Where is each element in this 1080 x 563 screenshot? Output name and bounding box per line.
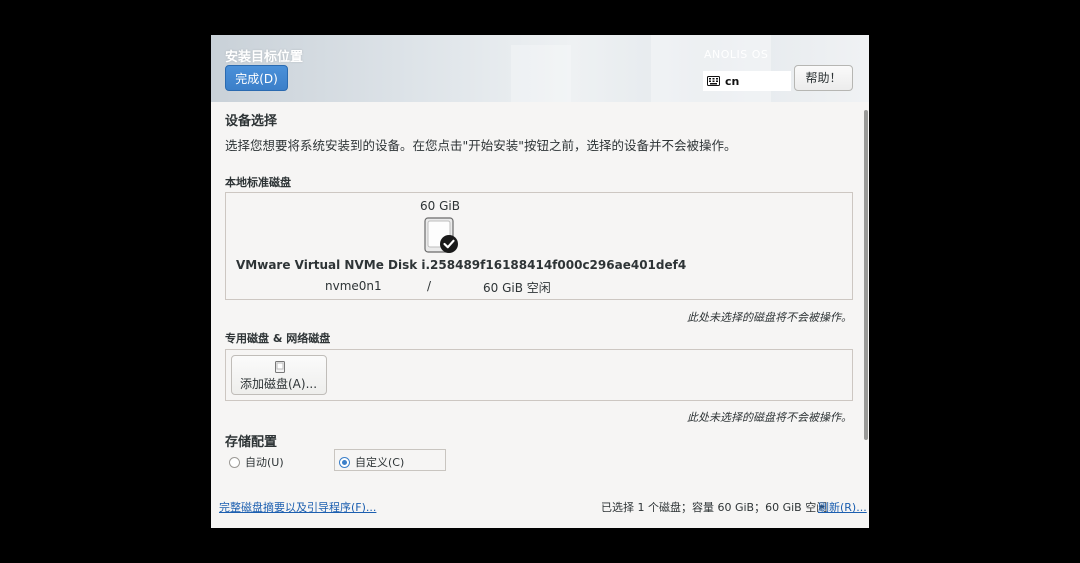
disk-icon [275, 361, 285, 373]
header-decoration [651, 35, 771, 102]
local-disks-note: 此处未选择的磁盘将不会被操作。 [687, 311, 852, 324]
installer-window: 安装目标位置 完成(D) ANOLIS OS cn 帮助！ 设备选择 选择您想要… [211, 35, 869, 528]
brand-label: ANOLIS OS [704, 48, 769, 61]
auto-radio[interactable]: 自动(U) [229, 454, 284, 470]
disk-free: 60 GiB 空闲 [483, 281, 551, 295]
scrollbar[interactable] [864, 110, 868, 440]
disk-mount: / [427, 279, 432, 293]
special-disks-heading: 专用磁盘 & 网络磁盘 [225, 332, 331, 345]
header-bar: 安装目标位置 完成(D) ANOLIS OS cn 帮助！ [211, 35, 869, 102]
refresh-link[interactable]: 刷新(R)... [818, 499, 867, 515]
radio-indicator-selected [339, 456, 350, 468]
keyboard-layout-indicator[interactable]: cn [703, 71, 791, 91]
header-decoration [511, 45, 571, 102]
disk-device: nvme0n1 [325, 279, 382, 293]
custom-radio-label: 自定义(C) [355, 456, 405, 469]
device-selection-description: 选择您想要将系统安装到的设备。在您点击"开始安装"按钮之前，选择的设备并不会被操… [225, 138, 737, 153]
selection-summary: 已选择 1 个磁盘；容量 60 GiB；60 GiB 空闲 [601, 501, 828, 514]
add-disk-button[interactable]: 添加磁盘(A)... [231, 355, 327, 395]
keyboard-layout-label: cn [725, 74, 740, 88]
disk-name: VMware Virtual NVMe Disk i.258489f161884… [236, 258, 687, 272]
custom-radio[interactable]: 自定义(C) [339, 454, 404, 470]
device-selection-heading: 设备选择 [225, 114, 278, 129]
radio-indicator [229, 456, 240, 468]
add-disk-label: 添加磁盘(A)... [240, 377, 318, 391]
full-disk-summary-link[interactable]: 完整磁盘摘要以及引导程序(F)... [219, 499, 376, 515]
special-disks-note: 此处未选择的磁盘将不会被操作。 [687, 411, 852, 424]
done-button[interactable]: 完成(D) [225, 65, 288, 91]
help-button[interactable]: 帮助！ [794, 65, 853, 91]
auto-radio-label: 自动(U) [245, 456, 284, 469]
disk-size: 60 GiB [420, 199, 460, 213]
page-title: 安装目标位置 [225, 50, 304, 65]
storage-config-heading: 存储配置 [225, 435, 278, 450]
selected-disk-icon [424, 217, 458, 253]
keyboard-icon [707, 76, 720, 86]
local-disks-heading: 本地标准磁盘 [225, 176, 291, 189]
